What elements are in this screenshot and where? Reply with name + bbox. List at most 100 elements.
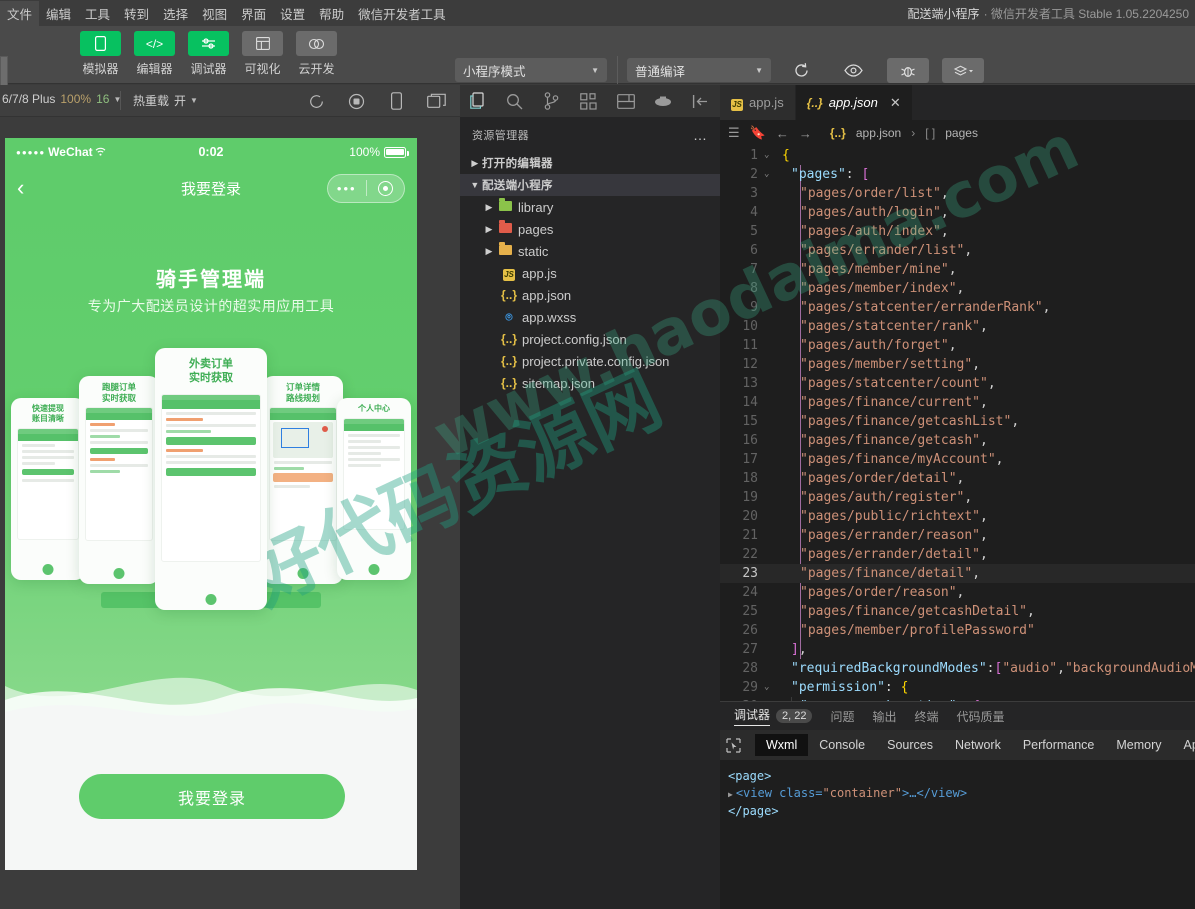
code-line[interactable]: 2 ⌄ "pages": [ bbox=[720, 165, 1195, 184]
code-line[interactable]: 26 "pages/member/profilePassword" bbox=[720, 621, 1195, 640]
outline-icon[interactable]: ☰ bbox=[728, 125, 740, 141]
code-line[interactable]: 3 "pages/order/list", bbox=[720, 184, 1195, 203]
tab-app-js[interactable]: JS app.js bbox=[720, 85, 796, 120]
mode-select[interactable]: 小程序模式 ▼ bbox=[455, 58, 607, 82]
devtools-tab-app[interactable]: App bbox=[1173, 734, 1195, 756]
code-content[interactable]: 1 ⌄{2 ⌄ "pages": [3 "pages/order/list", 4 "pag… bbox=[720, 146, 1195, 701]
wxml-line-page-open[interactable]: <page> bbox=[728, 768, 1195, 785]
breadcrumb-file[interactable]: app.json bbox=[856, 126, 901, 140]
login-button[interactable]: 我要登录 bbox=[79, 774, 345, 819]
code-line[interactable]: 22 "pages/errander/detail", bbox=[720, 545, 1195, 564]
fold-chevron-icon[interactable]: ⌄ bbox=[764, 146, 776, 165]
explorer-folder-pages[interactable]: ▶ pages bbox=[460, 218, 720, 240]
code-line[interactable]: 7 "pages/member/mine", bbox=[720, 260, 1195, 279]
fold-chevron-icon[interactable]: ⌄ bbox=[764, 678, 776, 697]
code-line[interactable]: 24 "pages/order/reason", bbox=[720, 583, 1195, 602]
menu-item-goto[interactable]: 转到 bbox=[117, 1, 156, 26]
fold-chevron-icon[interactable]: ⌄ bbox=[764, 165, 776, 184]
files-icon[interactable] bbox=[468, 91, 487, 111]
explorer-open-editors-section[interactable]: ▶ 打开的编辑器 bbox=[460, 152, 720, 174]
extensions-icon[interactable] bbox=[579, 91, 598, 111]
close-target-icon[interactable] bbox=[367, 180, 405, 196]
explorer-folder-static[interactable]: ▶ static bbox=[460, 240, 720, 262]
code-line[interactable]: 29 ⌄ "permission": { bbox=[720, 678, 1195, 697]
code-line[interactable]: 18 "pages/order/detail", bbox=[720, 469, 1195, 488]
code-line[interactable]: 13 "pages/statcenter/count", bbox=[720, 374, 1195, 393]
debugger-tab-output[interactable]: 输出 bbox=[873, 708, 897, 725]
record-icon[interactable] bbox=[345, 90, 367, 112]
code-line[interactable]: 28 "requiredBackgroundModes":["audio","ba… bbox=[720, 659, 1195, 678]
search-icon[interactable] bbox=[505, 91, 524, 111]
bookmark-icon[interactable]: 🔖 bbox=[750, 125, 766, 141]
debugger-tab-problems[interactable]: 问题 bbox=[830, 708, 854, 725]
device-selector[interactable]: e 6/7/8 Plus 100% 16 ▼ bbox=[0, 92, 121, 106]
compile-select[interactable]: 普通编译 ▼ bbox=[627, 58, 771, 82]
more-dots-icon[interactable]: ••• bbox=[328, 181, 366, 196]
code-line[interactable]: 5 "pages/auth/index", bbox=[720, 222, 1195, 241]
split-editor-icon[interactable] bbox=[617, 91, 636, 111]
wxml-line-view[interactable]: ▶ <view class="container">…</view> bbox=[728, 785, 1195, 803]
devtools-tab-console[interactable]: Console bbox=[808, 734, 876, 756]
explorer-folder-library[interactable]: ▶ library bbox=[460, 196, 720, 218]
menu-item-ui[interactable]: 界面 bbox=[234, 1, 273, 26]
menu-item-select[interactable]: 选择 bbox=[156, 1, 195, 26]
debugger-tab-terminal[interactable]: 终端 bbox=[915, 708, 939, 725]
device-rotate-icon[interactable] bbox=[385, 90, 407, 112]
explorer-file-app-js[interactable]: JS app.js bbox=[460, 262, 720, 284]
refresh-circle-icon[interactable] bbox=[305, 90, 327, 112]
explorer-project-section[interactable]: ▼ 配送端小程序 bbox=[460, 174, 720, 196]
code-line[interactable]: 6 "pages/errander/list", bbox=[720, 241, 1195, 260]
menu-item-devtools[interactable]: 微信开发者工具 bbox=[351, 1, 453, 26]
devtools-tab-network[interactable]: Network bbox=[944, 734, 1012, 756]
close-icon[interactable]: ✕ bbox=[890, 95, 901, 111]
menu-item-edit[interactable]: 编辑 bbox=[39, 1, 78, 26]
tab-app-json[interactable]: {..} app.json ✕ bbox=[795, 85, 913, 120]
code-line[interactable]: 4 "pages/auth/login", bbox=[720, 203, 1195, 222]
devtools-tab-sources[interactable]: Sources bbox=[876, 734, 944, 756]
code-line[interactable]: 12 "pages/member/setting", bbox=[720, 355, 1195, 374]
code-line[interactable]: 11 "pages/auth/forget", bbox=[720, 336, 1195, 355]
toolbar-editor-toggle[interactable]: </> 编辑器 bbox=[134, 31, 175, 77]
toolbar-simulator-toggle[interactable]: 模拟器 bbox=[80, 31, 121, 77]
code-line[interactable]: 9 "pages/statcenter/erranderRank", bbox=[720, 298, 1195, 317]
explorer-file-app-wxss[interactable]: ⌾ app.wxss bbox=[460, 306, 720, 328]
wxml-line-page-close[interactable]: </page> bbox=[728, 803, 1195, 820]
menu-item-settings[interactable]: 设置 bbox=[273, 1, 312, 26]
devtools-tab-wxml[interactable]: Wxml bbox=[755, 734, 809, 756]
code-line[interactable]: 8 "pages/member/index", bbox=[720, 279, 1195, 298]
arrow-left-icon[interactable]: ← bbox=[776, 126, 789, 141]
code-line[interactable]: 21 "pages/errander/reason", bbox=[720, 526, 1195, 545]
docker-icon[interactable] bbox=[654, 91, 673, 111]
menu-item-file[interactable]: 文件 bbox=[0, 0, 40, 26]
code-line[interactable]: 23 "pages/finance/detail", bbox=[720, 564, 1195, 583]
code-line[interactable]: 1 ⌄ { bbox=[720, 146, 1195, 165]
debugger-tab-debugger[interactable]: 调试器 bbox=[734, 706, 771, 726]
toolbar-debugger-toggle[interactable]: 调试器 bbox=[188, 31, 229, 77]
code-line[interactable]: 19 "pages/auth/register", bbox=[720, 488, 1195, 507]
code-line[interactable]: 20 "pages/public/richtext", bbox=[720, 507, 1195, 526]
toolbar-cloud-toggle[interactable]: 云开发 bbox=[296, 31, 337, 77]
multi-window-icon[interactable] bbox=[425, 90, 447, 112]
more-actions-icon[interactable]: … bbox=[693, 127, 708, 143]
triangle-right-icon[interactable]: ▶ bbox=[728, 790, 733, 799]
element-picker-icon[interactable] bbox=[726, 735, 741, 755]
debugger-tab-codequality[interactable]: 代码质量 bbox=[957, 708, 1005, 725]
explorer-file-sitemap[interactable]: {..} sitemap.json bbox=[460, 372, 720, 394]
devtools-tab-performance[interactable]: Performance bbox=[1012, 734, 1106, 756]
code-line[interactable]: 17 "pages/finance/myAccount", bbox=[720, 450, 1195, 469]
code-line[interactable]: 27], bbox=[720, 640, 1195, 659]
code-line[interactable]: 25 "pages/finance/getcashDetail", bbox=[720, 602, 1195, 621]
hot-reload-selector[interactable]: 热重载 开 ▼ bbox=[133, 92, 198, 109]
code-line[interactable]: 10 "pages/statcenter/rank", bbox=[720, 317, 1195, 336]
devtools-tab-memory[interactable]: Memory bbox=[1105, 734, 1172, 756]
toolbar-visual-toggle[interactable]: 可视化 bbox=[242, 31, 283, 77]
explorer-file-project-config[interactable]: {..} project.config.json bbox=[460, 328, 720, 350]
menu-item-view[interactable]: 视图 bbox=[195, 1, 234, 26]
code-line[interactable]: 14 "pages/finance/current", bbox=[720, 393, 1195, 412]
code-line[interactable]: 16 "pages/finance/getcash", bbox=[720, 431, 1195, 450]
explorer-file-app-json[interactable]: {..} app.json bbox=[460, 284, 720, 306]
arrow-right-icon[interactable]: → bbox=[799, 126, 812, 141]
code-line[interactable]: 15 "pages/finance/getcashList", bbox=[720, 412, 1195, 431]
breadcrumb-symbol[interactable]: pages bbox=[945, 126, 978, 140]
menu-item-help[interactable]: 帮助 bbox=[312, 1, 351, 26]
